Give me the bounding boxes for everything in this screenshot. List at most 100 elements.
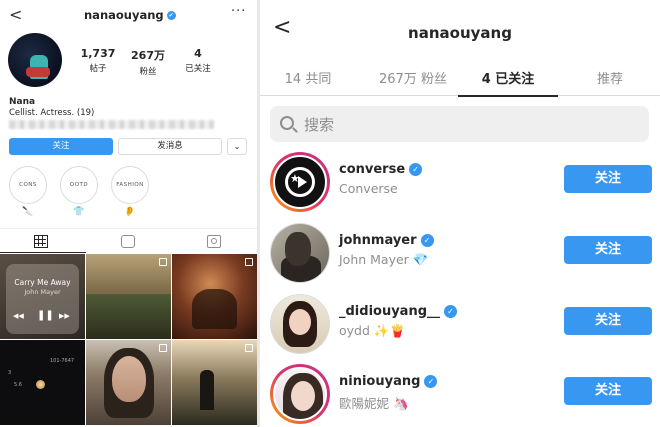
avatar-image: [271, 224, 329, 282]
post-image-detail: [112, 356, 146, 402]
tab-mutual[interactable]: 14 共同: [282, 68, 334, 87]
previous-icon: ◀◀: [13, 312, 24, 320]
highlight-cons-emoji: 🔪: [22, 207, 34, 217]
username[interactable]: niniouyang ✓: [339, 374, 438, 389]
night-label: 3: [8, 370, 12, 376]
verified-icon: ✓: [444, 305, 458, 318]
post-thumbnail[interactable]: [172, 340, 257, 425]
stat-posts[interactable]: 1,737 帖子: [73, 47, 123, 74]
moon-shape: [36, 380, 45, 389]
follow-button[interactable]: 关注: [564, 165, 652, 193]
avatar[interactable]: [270, 364, 330, 424]
screenshot: < nanaouyang ✔ ··· 1,737 帖子 267万 粉丝 4 已关注…: [0, 0, 660, 427]
avatar-detail: [291, 381, 315, 411]
highlight-ootd[interactable]: OOTD 👕: [59, 166, 99, 217]
avatar[interactable]: [270, 223, 330, 283]
search-input[interactable]: 搜索: [304, 114, 334, 135]
follow-button[interactable]: 关注: [9, 138, 113, 155]
stat-posts-label: 帖子: [89, 64, 107, 74]
profile-header: < nanaouyang ✔ ···: [0, 0, 257, 30]
stat-following-count: 4: [194, 47, 202, 60]
post-thumbnail[interactable]: 3 5.6 101-7647: [0, 340, 85, 425]
stat-following[interactable]: 4 已关注: [173, 47, 223, 74]
multiple-images-icon: [245, 344, 253, 352]
stat-followers-count: 267万: [131, 49, 165, 62]
profile-panel: < nanaouyang ✔ ··· 1,737 帖子 267万 粉丝 4 已关注…: [0, 0, 257, 427]
search-icon: [280, 116, 294, 130]
verified-icon: ✔: [166, 11, 176, 20]
active-tab-indicator: [0, 252, 86, 253]
music-artist: John Mayer: [24, 288, 61, 296]
full-name: John Mayer 💎: [339, 252, 429, 267]
music-widget: Carry Me Away John Mayer ◀◀ ❚❚ ▶▶: [6, 264, 79, 334]
night-label: 101-7647: [50, 358, 75, 364]
list-item[interactable]: johnmayer ✓ John Mayer 💎 关注: [260, 219, 660, 289]
more-options-icon[interactable]: ···: [231, 4, 246, 19]
avatar[interactable]: [270, 294, 330, 354]
list-item[interactable]: niniouyang ✓ 歐陽妮妮 🦄 关注: [260, 360, 660, 427]
igtv-icon[interactable]: [121, 235, 135, 248]
profile-username: nanaouyang ✔: [84, 8, 176, 22]
highlight-fashion-label: FASHION: [111, 166, 149, 204]
night-label: 5.6: [14, 382, 22, 388]
back-icon[interactable]: <: [9, 5, 22, 24]
verified-icon: ✓: [420, 234, 434, 247]
multiple-images-icon: [245, 258, 253, 266]
profile-tabs: [0, 228, 257, 253]
tab-suggested[interactable]: 推荐: [585, 68, 635, 87]
tagged-icon[interactable]: [207, 235, 221, 248]
username[interactable]: converse ✓: [339, 162, 423, 177]
highlight-fashion-emoji: 👂: [124, 207, 136, 217]
suggestions-dropdown-button[interactable]: ⌄: [227, 138, 247, 155]
verified-icon: ✓: [424, 375, 438, 388]
avatar-image: [271, 295, 329, 353]
following-panel: < nanaouyang 14 共同 267万 粉丝 4 已关注 推荐 搜索 c…: [260, 0, 660, 427]
profile-username-text: nanaouyang: [84, 8, 164, 22]
list-item[interactable]: converse✓ Converse 关注: [260, 148, 660, 218]
tab-followers[interactable]: 267万 粉丝: [368, 68, 458, 87]
avatar[interactable]: [270, 152, 330, 212]
display-name: Nana: [9, 97, 36, 107]
post-grid: Carry Me Away John Mayer ◀◀ ❚❚ ▶▶ 3 5.6: [0, 254, 257, 427]
page-title: nanaouyang: [408, 24, 512, 42]
post-image-detail: [192, 289, 237, 329]
avatar-detail: [285, 232, 311, 266]
follow-button[interactable]: 关注: [564, 236, 652, 264]
avatar-detail: [26, 67, 50, 77]
multiple-images-icon: [159, 344, 167, 352]
avatar-image: [273, 155, 327, 209]
verified-icon: ✓: [409, 163, 423, 176]
tab-following[interactable]: 4 已关注: [468, 68, 548, 87]
next-icon: ▶▶: [59, 312, 70, 320]
highlight-cons[interactable]: CONS 🔪: [8, 166, 48, 217]
avatar[interactable]: [8, 33, 62, 87]
post-image-detail: [86, 294, 171, 339]
avatar-detail: [289, 309, 311, 335]
username-text: niniouyang: [339, 374, 421, 389]
post-image-detail: [200, 370, 214, 410]
username[interactable]: johnmayer ✓: [339, 233, 434, 248]
search-bar[interactable]: 搜索: [270, 106, 649, 142]
blurred-link: [9, 120, 214, 129]
message-button[interactable]: 发消息: [118, 138, 222, 155]
username[interactable]: _didiouyang__ ✓: [339, 304, 458, 319]
list-item[interactable]: _didiouyang__ ✓ oydd ✨🍟 关注: [260, 290, 660, 360]
active-tab-indicator: [458, 95, 558, 97]
post-thumbnail[interactable]: [86, 254, 171, 339]
post-thumbnail[interactable]: [86, 340, 171, 425]
username-text: converse: [339, 162, 406, 177]
grid-icon[interactable]: [34, 235, 48, 248]
converse-logo-icon: [285, 167, 315, 197]
stat-posts-count: 1,737: [80, 47, 116, 60]
highlight-cons-label: CONS: [9, 166, 47, 204]
stat-followers[interactable]: 267万 粉丝: [123, 47, 173, 77]
post-thumbnail[interactable]: [172, 254, 257, 339]
follow-button[interactable]: 关注: [564, 307, 652, 335]
highlight-ootd-emoji: 👕: [73, 207, 85, 217]
post-thumbnail[interactable]: Carry Me Away John Mayer ◀◀ ❚❚ ▶▶: [0, 254, 85, 339]
avatar-image: [273, 367, 327, 421]
follow-button[interactable]: 关注: [564, 377, 652, 405]
follow-tabs: 14 共同 267万 粉丝 4 已关注 推荐: [260, 58, 660, 96]
full-name: oydd ✨🍟: [339, 323, 406, 338]
highlight-fashion[interactable]: FASHION 👂: [110, 166, 150, 217]
